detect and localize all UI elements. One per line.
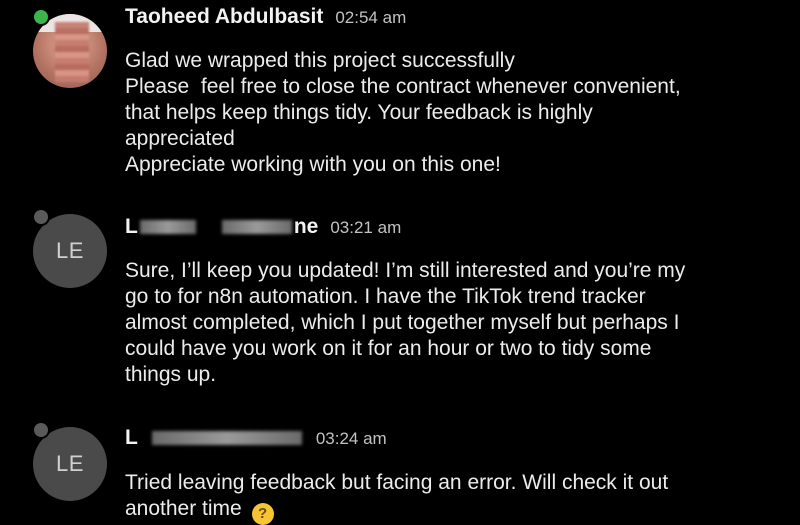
- message-timestamp: 02:54 am: [335, 8, 407, 27]
- message-line: go to for n8n automation. I have the Tik…: [125, 285, 646, 308]
- sender-name-prefix: L: [125, 215, 138, 238]
- sender-name-prefix: L: [125, 426, 138, 449]
- message-line: Please feel free to close the contract w…: [125, 75, 681, 98]
- message-body: Sure, I’ll keep you updated! I’m still i…: [125, 258, 785, 388]
- offline-status-dot: [32, 208, 50, 226]
- sender-name[interactable]: L ne: [125, 215, 318, 239]
- avatar[interactable]: [32, 8, 107, 88]
- message-line: another time: [125, 497, 242, 520]
- message-line: things up.: [125, 363, 217, 386]
- offline-status-dot: [32, 421, 50, 439]
- message-line: could have you work on it for an hour or…: [125, 337, 652, 360]
- message-header: L ne 03:21 am: [125, 215, 401, 239]
- message-header: L 03:24 am: [125, 426, 387, 450]
- message-line: that helps keep things tidy. Your feedba…: [125, 101, 593, 124]
- sender-name[interactable]: Taoheed Abdulbasit: [125, 5, 323, 29]
- message-body: Tried leaving feedback but facing an err…: [125, 470, 785, 525]
- message-line: Tried leaving feedback but facing an err…: [125, 471, 669, 494]
- message-timestamp: 03:21 am: [330, 218, 402, 237]
- avatar[interactable]: LE: [32, 208, 107, 288]
- online-status-dot: [32, 8, 50, 26]
- avatar[interactable]: LE: [32, 421, 107, 501]
- thinking-face-emoji-icon: ?: [251, 503, 274, 525]
- sender-name[interactable]: L: [125, 426, 304, 450]
- message-line: Appreciate working with you on this one!: [125, 153, 501, 176]
- name-redaction: [151, 431, 302, 445]
- message-line: appreciated: [125, 127, 235, 150]
- message-line: Sure, I’ll keep you updated! I’m still i…: [125, 259, 686, 282]
- photo-blur-redaction: [55, 22, 89, 82]
- message-line: Glad we wrapped this project successfull…: [125, 49, 515, 72]
- sender-name-suffix: ne: [293, 215, 319, 238]
- message-line-with-emoji: another time ?: [125, 496, 785, 525]
- message-line: almost completed, which I put together m…: [125, 311, 680, 334]
- message-body: Glad we wrapped this project successfull…: [125, 48, 785, 178]
- name-redaction: [221, 220, 292, 234]
- message-timestamp: 03:24 am: [315, 429, 387, 448]
- message-header: Taoheed Abdulbasit 02:54 am: [125, 5, 406, 29]
- name-redaction: [139, 220, 196, 234]
